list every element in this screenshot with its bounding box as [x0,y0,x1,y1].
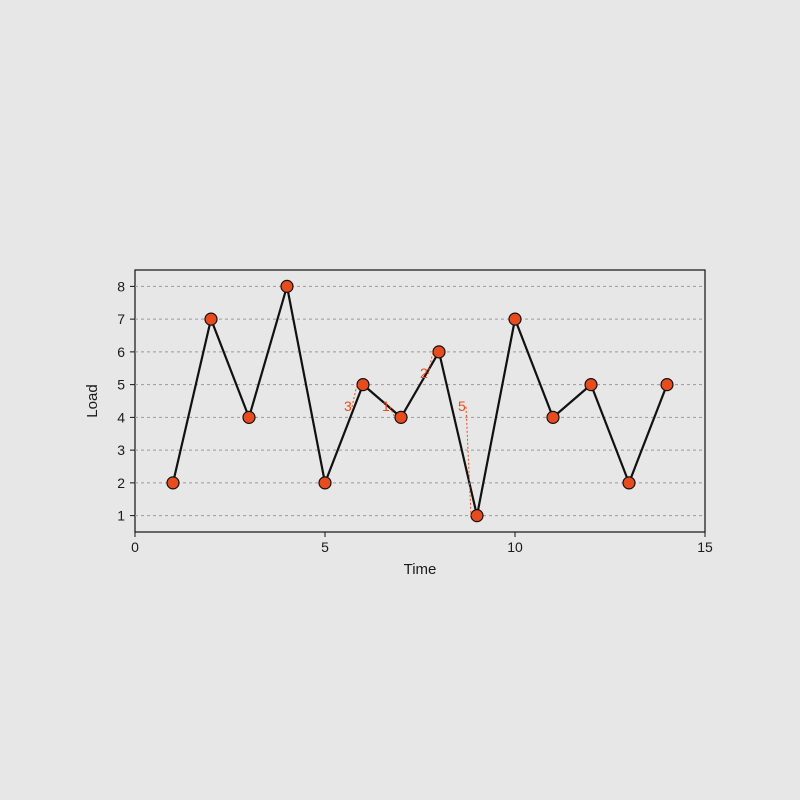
data-point [547,411,559,423]
annotation-label: 1 [382,398,390,414]
y-axis: 1 2 3 4 5 6 7 8 [117,278,135,523]
data-point [281,280,293,292]
data-point [433,346,445,358]
x-tick-label: 0 [131,539,139,555]
y-tick-label: 2 [117,475,125,491]
data-point [661,379,673,391]
data-point [205,313,217,325]
data-point [167,477,179,489]
load-time-line-chart: 1 2 3 4 5 6 7 8 0 5 10 15 Time Load 3 1 2 5 [80,260,720,580]
series-line [173,286,667,515]
data-point [471,510,483,522]
annotation-label: 3 [344,398,352,414]
y-gridlines [135,286,705,515]
annotation-leader [466,407,471,516]
data-point [319,477,331,489]
x-tick-label: 5 [321,539,329,555]
y-tick-label: 6 [117,344,125,360]
data-point [243,411,255,423]
data-point [623,477,635,489]
x-tick-label: 15 [697,539,713,555]
y-axis-label: Load [84,384,101,417]
y-tick-label: 4 [117,409,125,425]
annotation-label: 2 [420,365,428,381]
data-point [395,411,407,423]
x-tick-label: 10 [507,539,523,555]
y-tick-label: 1 [117,508,125,524]
annotation-label: 5 [458,398,466,414]
annotations: 3 1 2 5 [344,352,471,516]
plot-frame [135,270,705,532]
y-tick-label: 3 [117,442,125,458]
chart-container: 12345678051015TimeLoad3125 [80,260,720,540]
data-point [585,379,597,391]
x-axis-label: Time [404,561,437,578]
y-tick-label: 5 [117,377,125,393]
y-tick-label: 8 [117,278,125,294]
data-point [357,379,369,391]
x-axis: 0 5 10 15 [131,532,713,555]
y-tick-label: 7 [117,311,125,327]
data-point [509,313,521,325]
